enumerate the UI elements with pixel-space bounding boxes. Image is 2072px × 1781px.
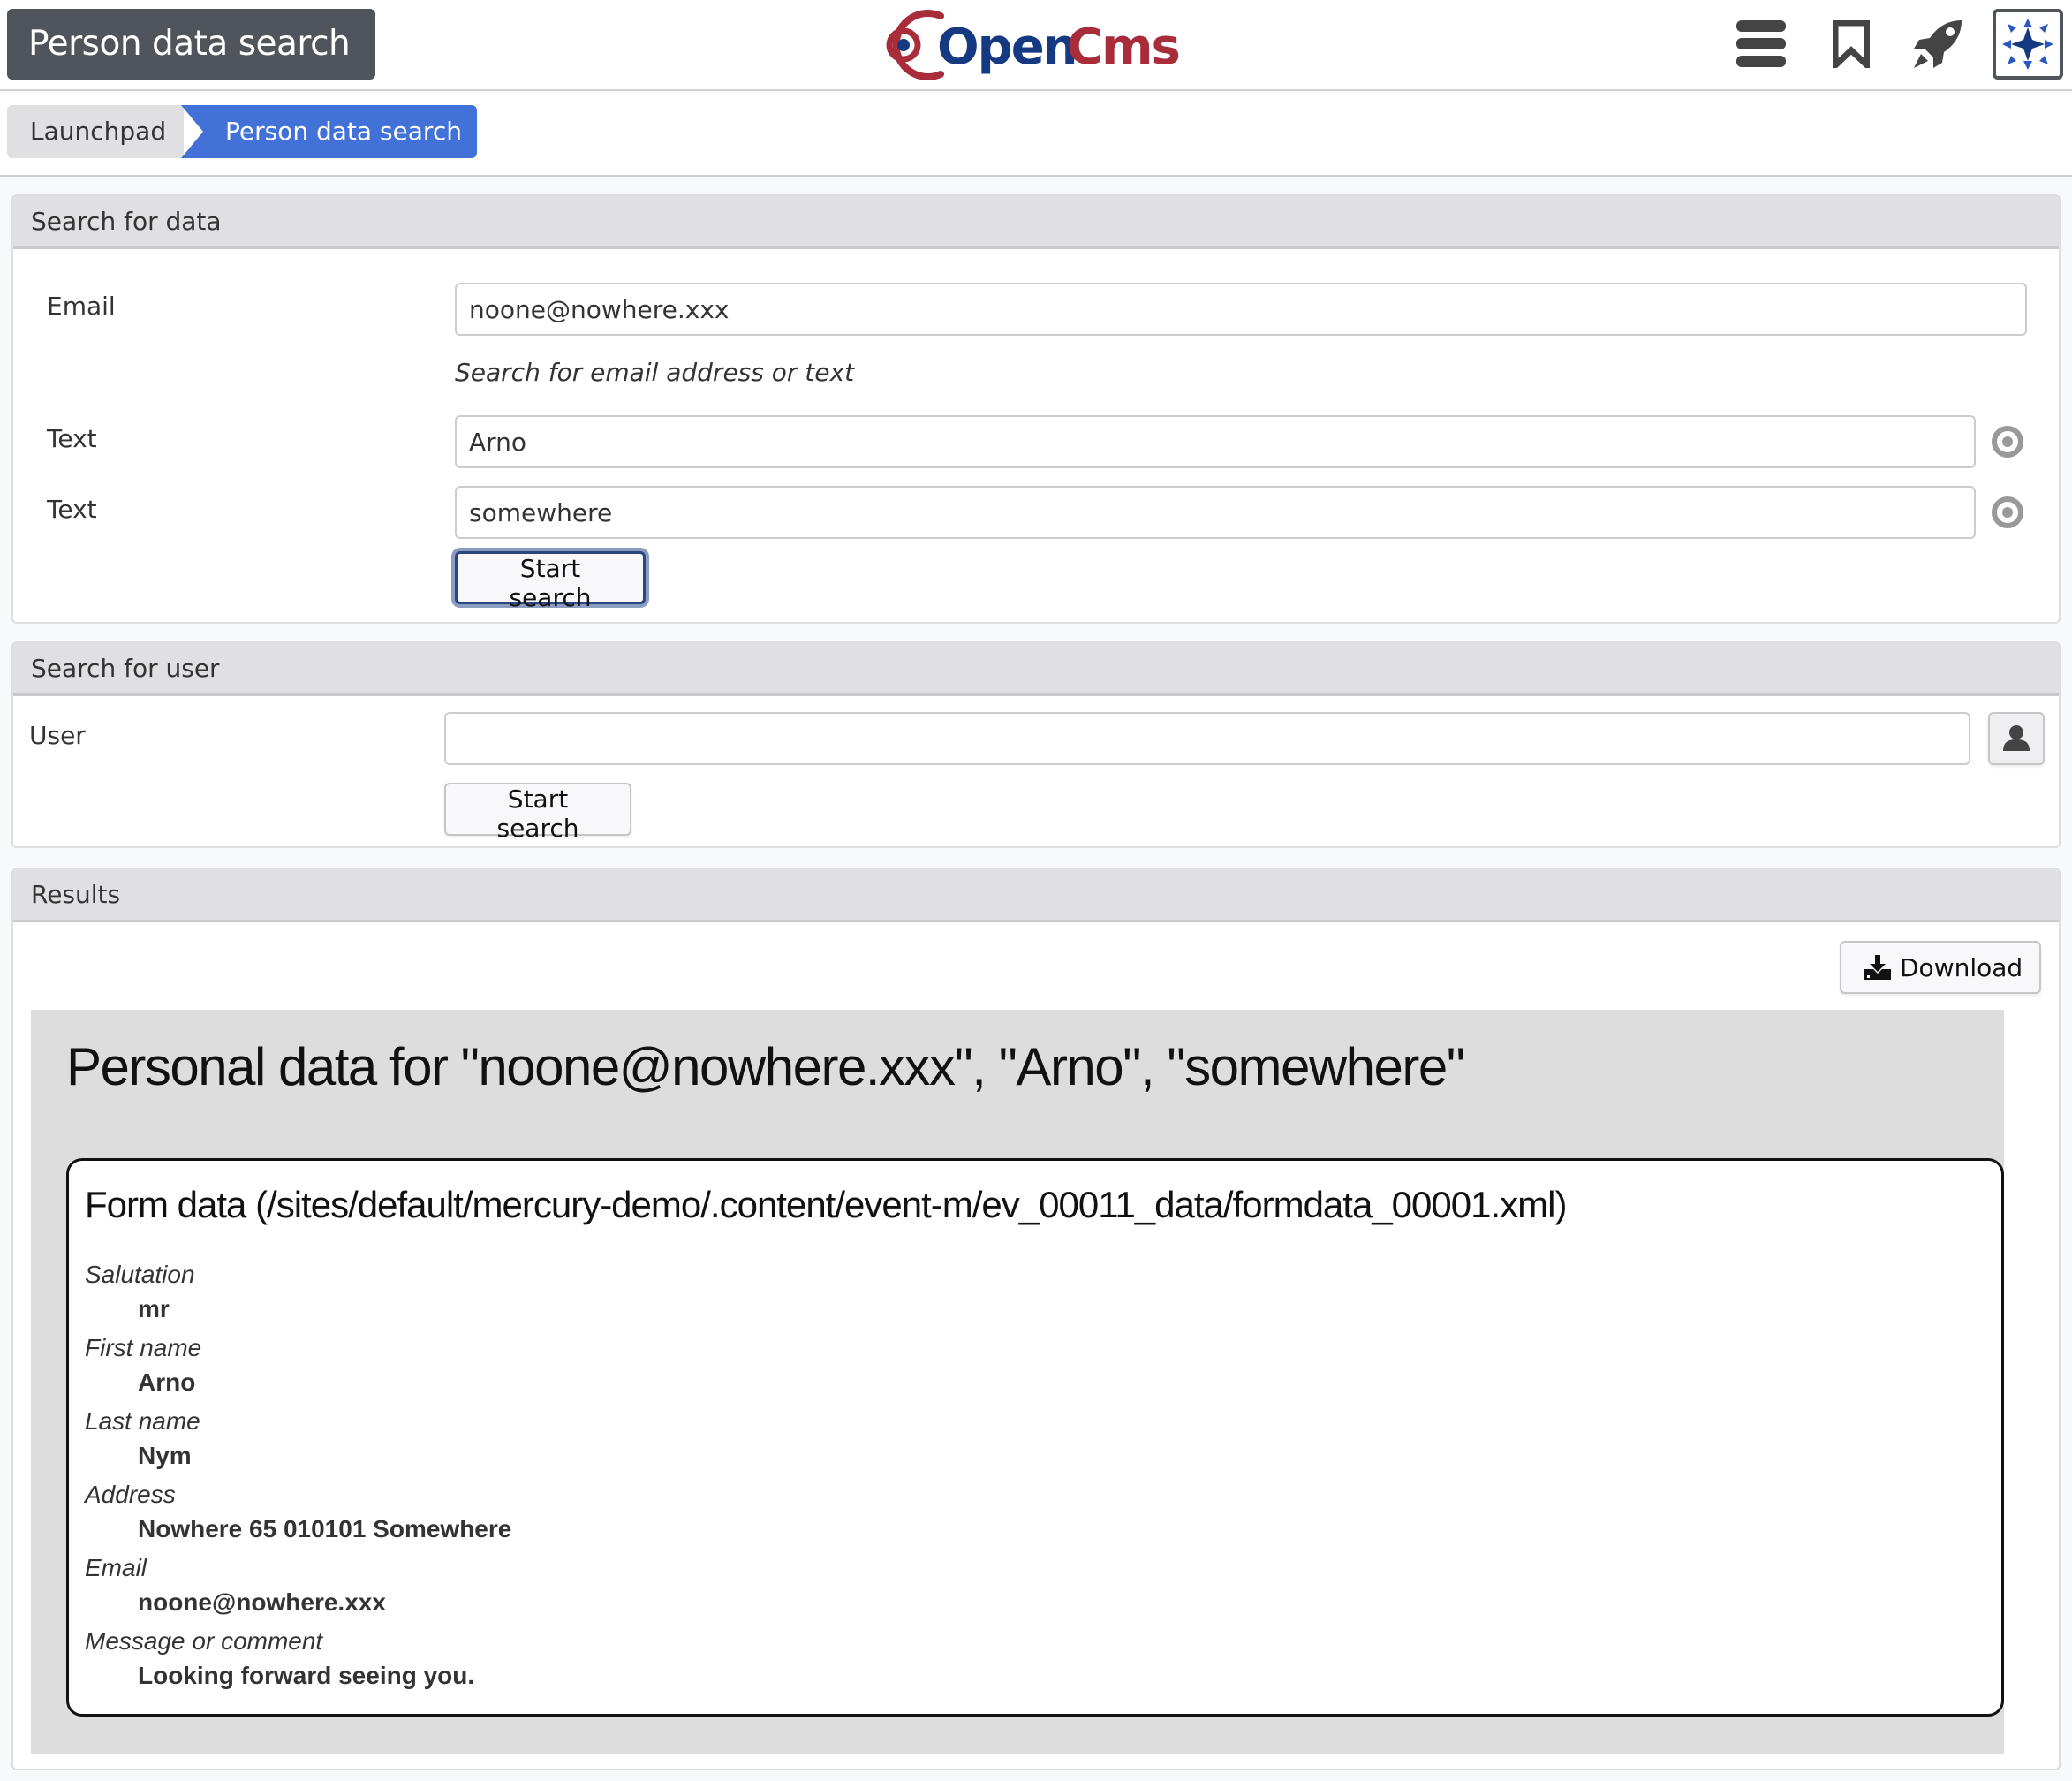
text-input-2[interactable] — [455, 486, 1976, 539]
text-label-2: Text — [47, 495, 97, 524]
field-label: Email — [85, 1554, 147, 1581]
user-label: User — [29, 721, 86, 750]
report-title: Personal data for "noone@nowhere.xxx", "… — [66, 1037, 1465, 1096]
bookmark-icon[interactable] — [1823, 16, 1879, 72]
email-input[interactable] — [455, 283, 2027, 336]
form-data-card: Form data (/sites/default/mercury-demo/.… — [66, 1158, 2004, 1717]
text-label-1: Text — [47, 424, 97, 453]
form-data-fields: Salutation mr First name Arno Last name … — [85, 1258, 511, 1698]
rocket-icon[interactable] — [1909, 16, 1966, 72]
search-data-panel: Search for data Email Search for email a… — [11, 194, 2061, 624]
download-button[interactable]: Download — [1840, 941, 2041, 994]
download-label: Download — [1900, 952, 2023, 982]
svg-text:Cms: Cms — [1067, 19, 1179, 76]
panel-title: Search for data — [13, 196, 2059, 249]
field-label: Salutation — [85, 1261, 195, 1288]
download-icon — [1864, 955, 1891, 980]
form-data-title: Form data (/sites/default/mercury-demo/.… — [85, 1184, 1567, 1225]
user-input[interactable] — [444, 712, 1970, 765]
field-value: mr — [138, 1295, 170, 1322]
field-value: Nym — [138, 1442, 192, 1469]
radio-icon[interactable] — [1992, 426, 2023, 458]
text-input-1[interactable] — [455, 415, 1976, 468]
field-label: Last name — [85, 1407, 200, 1435]
breadcrumb: Launchpad Person data search — [0, 93, 2072, 177]
email-label: Email — [47, 292, 116, 321]
report: Personal data for "noone@nowhere.xxx", "… — [31, 1010, 2004, 1754]
field-value: noone@nowhere.xxx — [138, 1588, 386, 1616]
search-hint: Search for email address or text — [455, 358, 855, 387]
field-label: First name — [85, 1334, 202, 1361]
panel-title: Results — [13, 869, 2059, 922]
field-label: Message or comment — [85, 1627, 323, 1655]
start-search-data-button[interactable]: Start search — [455, 551, 646, 612]
top-bar: Person data search Open Cms — [0, 0, 2072, 91]
radio-icon[interactable] — [1992, 496, 2023, 528]
select-user-button[interactable] — [1988, 712, 2045, 765]
field-value: Looking forward seeing you. — [138, 1662, 475, 1689]
app-title: Person data search — [7, 9, 375, 80]
svg-text:Open: Open — [937, 19, 1077, 76]
breadcrumb-launchpad[interactable]: Launchpad — [7, 105, 184, 158]
panel-title: Search for user — [13, 643, 2059, 696]
field-value: Arno — [138, 1368, 196, 1396]
results-panel: Results Download Personal data for "noon… — [11, 868, 2061, 1770]
user-avatar[interactable] — [1993, 9, 2063, 80]
search-user-panel: Search for user User Start search — [11, 641, 2061, 848]
breadcrumb-current: Person data search — [181, 105, 477, 158]
opencms-logo[interactable]: Open Cms — [879, 5, 1188, 83]
start-search-user-button[interactable]: Start search — [444, 783, 631, 843]
menu-icon[interactable] — [1733, 16, 1789, 72]
field-label: Address — [85, 1481, 176, 1508]
field-value: Nowhere 65 010101 Somewhere — [138, 1515, 512, 1542]
user-icon — [2003, 725, 2030, 751]
